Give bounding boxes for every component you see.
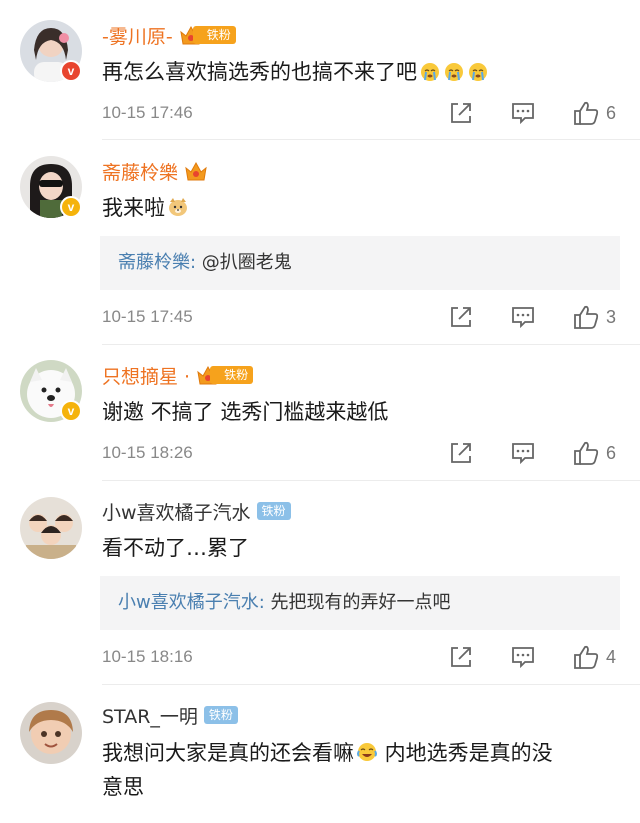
quoted-text: @扒圈老鬼 <box>196 252 292 273</box>
fan-badge: 铁粉 <box>203 704 238 726</box>
comment-button[interactable] <box>510 99 536 127</box>
quoted-username[interactable]: 小w喜欢橘子汽水: <box>118 592 265 613</box>
share-icon <box>451 307 471 327</box>
fan-badge-label: 铁粉 <box>256 502 291 520</box>
fan-badge: 铁粉 <box>196 364 254 386</box>
share-button[interactable] <box>448 643 474 671</box>
share-button[interactable] <box>448 439 474 467</box>
quoted-text: 先把现有的弄好一点吧 <box>264 592 451 613</box>
fan-badge: 铁粉 <box>179 24 236 46</box>
timestamp: 10-15 18:16 <box>102 647 193 666</box>
comment-header: 小w喜欢橘子汽水 铁粉 <box>102 496 291 526</box>
crying-emoji-icon <box>469 63 487 81</box>
username[interactable]: 斋藤柃樂 <box>102 158 178 185</box>
comment-meta: 10-15 17:46 6 <box>102 99 640 127</box>
comment-meta: 10-15 18:26 6 <box>102 439 640 467</box>
divider <box>102 344 640 345</box>
comment-header: 只想摘星 · 铁粉 <box>102 360 254 390</box>
like-count: 6 <box>606 102 617 123</box>
laugh-cry-emoji-icon <box>357 743 377 761</box>
like-button[interactable]: 6 <box>572 439 616 467</box>
share-icon <box>451 103 471 123</box>
verified-badge: v <box>60 60 82 82</box>
comment-text: 谢邀 不搞了 选秀门槛越来越低 <box>102 400 389 424</box>
comment-button[interactable] <box>510 303 536 331</box>
timestamp: 10-15 17:46 <box>102 103 193 122</box>
like-count: 6 <box>606 442 617 463</box>
divider <box>102 139 640 140</box>
comment-text: 我想问大家是真的还会看嘛 内地选秀是真的没 意思 <box>102 741 553 799</box>
share-icon <box>451 647 471 667</box>
share-icon <box>451 443 471 463</box>
timestamp: 10-15 18:26 <box>102 443 193 462</box>
username[interactable]: 小w喜欢橘子汽水 <box>102 498 251 525</box>
comment-header: -雾川原- 铁粉 <box>102 20 236 50</box>
comment-text: 再怎么喜欢搞选秀的也搞不来了吧 <box>102 55 626 89</box>
like-count: 4 <box>606 646 617 667</box>
verified-badge: v <box>60 196 82 218</box>
comment-header: STAR_一明 铁粉 <box>102 700 238 730</box>
timestamp: 10-15 17:45 <box>102 307 193 326</box>
fan-badge-label: 铁粉 <box>210 366 254 384</box>
comment-text: 看不动了…累了 <box>102 536 249 560</box>
like-button[interactable]: 4 <box>572 643 616 671</box>
avatar[interactable] <box>20 497 82 559</box>
comment-icon <box>512 307 534 329</box>
thumbs-up-icon <box>574 101 599 125</box>
quoted-reply[interactable]: 斋藤柃樂: @扒圈老鬼 <box>100 236 620 290</box>
comment-meta: 10-15 17:45 3 <box>102 303 640 331</box>
crying-emoji-icon <box>421 63 439 81</box>
fan-badge-label: 铁粉 <box>192 26 236 44</box>
comment-icon <box>512 647 534 669</box>
thumbs-up-icon <box>574 441 599 465</box>
comment-meta: 10-15 18:16 4 <box>102 643 640 671</box>
crying-emoji-icon <box>445 63 463 81</box>
avatar[interactable] <box>20 702 82 764</box>
divider <box>102 684 640 685</box>
like-button[interactable]: 3 <box>572 303 616 331</box>
share-button[interactable] <box>448 303 474 331</box>
like-button[interactable]: 6 <box>572 99 616 127</box>
comment-button[interactable] <box>510 643 536 671</box>
crown-icon <box>185 161 207 181</box>
comment-text: 我来啦 <box>102 191 626 225</box>
fan-badge-label: 铁粉 <box>203 706 238 724</box>
comment-header: 斋藤柃樂 <box>102 156 208 186</box>
fan-badge: 铁粉 <box>256 500 291 522</box>
quoted-username[interactable]: 斋藤柃樂: <box>118 252 196 273</box>
doge-emoji-icon <box>169 198 187 216</box>
comment-icon <box>512 443 534 465</box>
verified-badge: v <box>60 400 82 422</box>
like-count: 3 <box>606 306 617 327</box>
thumbs-up-icon <box>574 305 599 329</box>
thumbs-up-icon <box>574 645 599 669</box>
comment-icon <box>512 103 534 125</box>
username[interactable]: STAR_一明 <box>102 702 198 729</box>
share-button[interactable] <box>448 99 474 127</box>
quoted-reply[interactable]: 小w喜欢橘子汽水: 先把现有的弄好一点吧 <box>100 576 620 630</box>
username[interactable]: 只想摘星 · <box>102 362 190 389</box>
username[interactable]: -雾川原- <box>102 22 173 49</box>
comment-button[interactable] <box>510 439 536 467</box>
divider <box>102 480 640 481</box>
comment-item: v -雾川原- 铁粉 再怎么喜欢搞选秀的也搞不来了吧 10-15 17:46 6 <box>0 0 640 210</box>
